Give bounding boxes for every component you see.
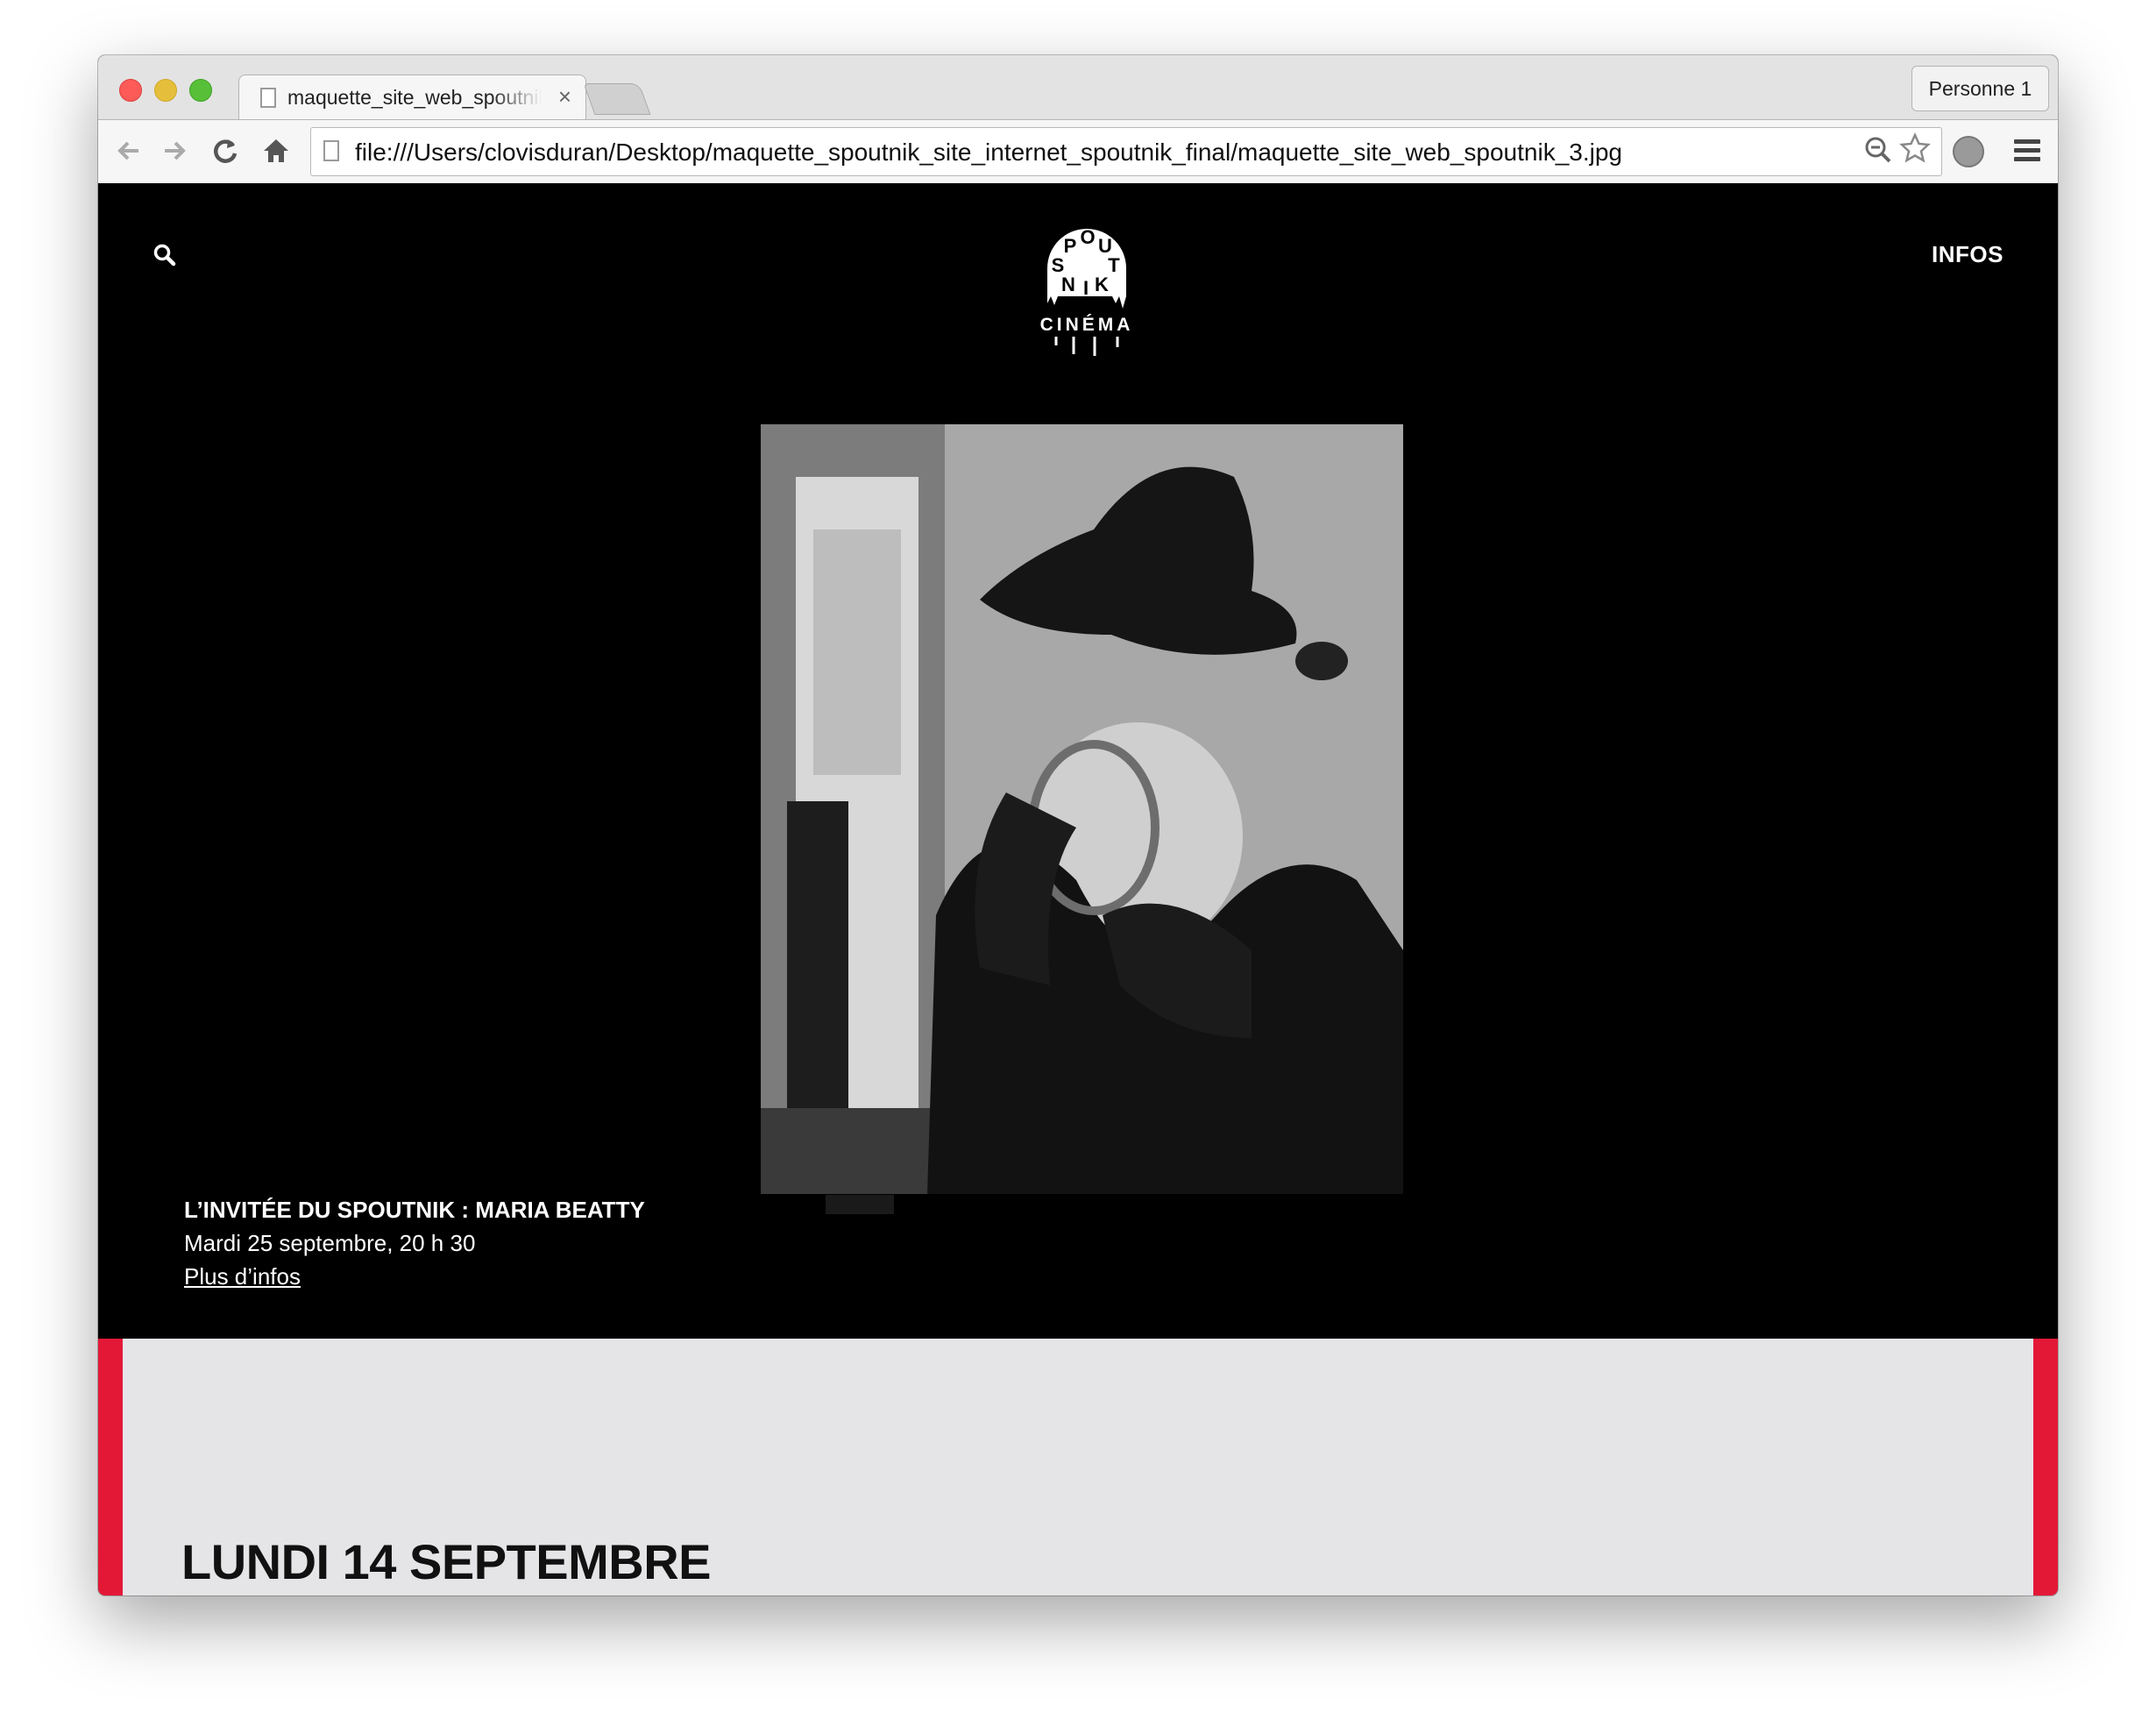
logo-letter: P: [1064, 235, 1077, 257]
accent-bar-right: [2033, 1339, 2058, 1595]
reload-icon[interactable]: [210, 136, 240, 171]
accent-bar-left: [98, 1339, 123, 1595]
arrow-right-icon[interactable]: [160, 136, 189, 171]
browser-window: maquette_site_web_spoutnik_3.jpg × Perso…: [98, 55, 2058, 1595]
logo-letter: O: [1080, 226, 1095, 248]
page-icon: [323, 140, 339, 161]
zoom-icon[interactable]: [1864, 135, 1892, 172]
more-info-link[interactable]: Plus d’infos: [184, 1263, 301, 1290]
hero-caption: L’INVITÉE DU SPOUTNIK : MARIA BEATTY Mar…: [184, 1193, 645, 1293]
spoutnik-logo[interactable]: P O U S T N I K CINÉMA: [1039, 224, 1135, 360]
logo-letter: K: [1095, 274, 1109, 295]
program-section: LUNDI 14 SEPTEMBRE: [98, 1339, 2058, 1595]
logo-letter: T: [1108, 254, 1120, 276]
logo-letter: I: [1083, 277, 1089, 299]
tab-title: maquette_site_web_spoutnik_3.jpg: [287, 86, 542, 109]
search-icon[interactable]: [152, 243, 177, 272]
logo-letter: N: [1061, 274, 1075, 295]
url-text[interactable]: file:///Users/clovisduran/Desktop/maquet…: [355, 139, 1622, 167]
minimize-window-button[interactable]: [154, 79, 177, 102]
home-icon[interactable]: [261, 136, 291, 171]
hero-photo[interactable]: [761, 424, 1403, 1194]
page-icon: [260, 88, 276, 108]
image-artifact: [826, 1195, 894, 1214]
arrow-left-icon[interactable]: [114, 136, 144, 171]
web-page: P O U S T N I K CINÉMA INFOS L’INVITÉE D…: [98, 183, 2058, 1595]
infos-link[interactable]: INFOS: [1932, 241, 2004, 268]
browser-chrome: maquette_site_web_spoutnik_3.jpg × Perso…: [98, 55, 2058, 183]
logo-subtitle: CINÉMA: [1040, 315, 1134, 335]
tab-active[interactable]: maquette_site_web_spoutnik_3.jpg ×: [238, 75, 586, 120]
close-window-button[interactable]: [119, 79, 142, 102]
tab-strip: maquette_site_web_spoutnik_3.jpg × Perso…: [98, 55, 2058, 120]
day-heading: LUNDI 14 SEPTEMBRE: [181, 1534, 712, 1589]
profile-button[interactable]: Personne 1: [1911, 66, 2049, 111]
event-title: L’INVITÉE DU SPOUTNIK : MARIA BEATTY: [184, 1197, 645, 1223]
extension-icon[interactable]: [1953, 136, 1984, 167]
address-bar[interactable]: file:///Users/clovisduran/Desktop/maquet…: [310, 127, 1942, 176]
star-icon[interactable]: [1899, 131, 1931, 172]
event-date: Mardi 25 septembre, 20 h 30: [184, 1230, 476, 1256]
browser-toolbar: file:///Users/clovisduran/Desktop/maquet…: [98, 119, 2058, 183]
zoom-window-button[interactable]: [189, 79, 212, 102]
hamburger-menu-icon[interactable]: [2014, 139, 2040, 166]
tab-close-icon[interactable]: ×: [558, 83, 571, 110]
new-tab-button[interactable]: [583, 83, 651, 115]
